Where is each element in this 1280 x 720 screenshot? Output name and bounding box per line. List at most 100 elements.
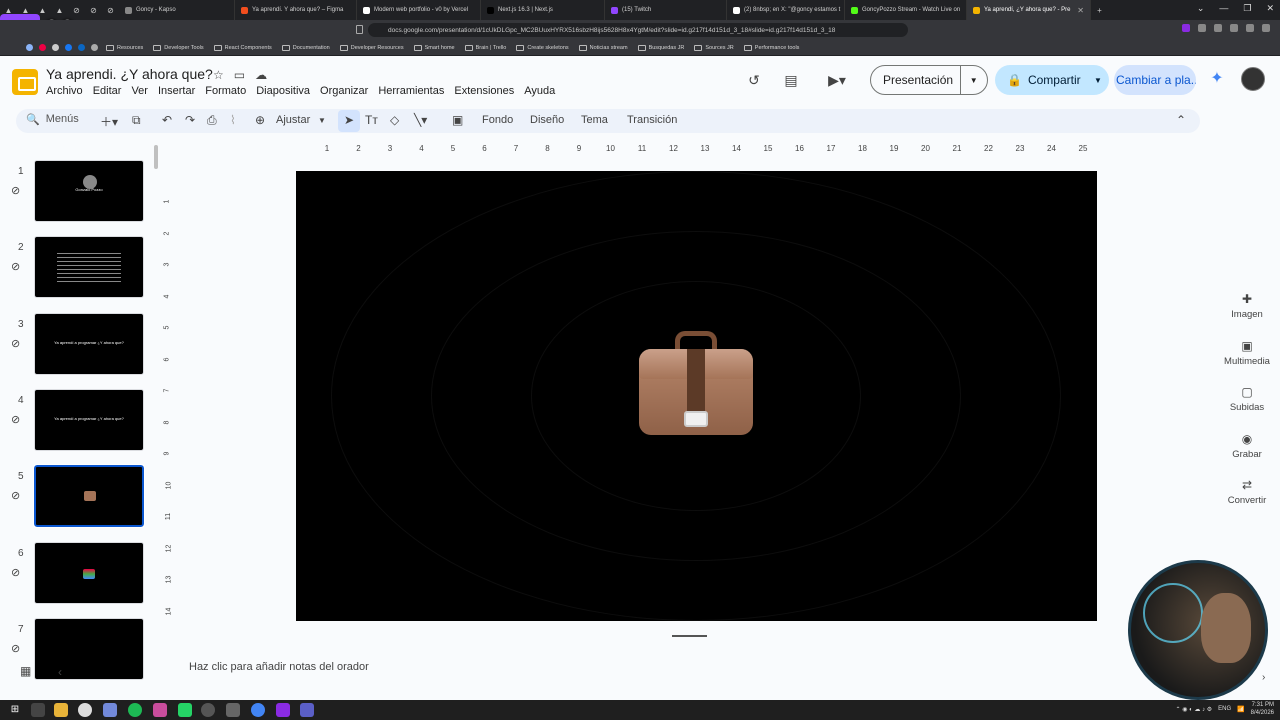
bookmark-icon[interactable] <box>78 44 85 51</box>
slides-logo-icon[interactable] <box>12 69 38 95</box>
linked-slide-icon[interactable]: ⊘ <box>11 489 20 502</box>
site-info-icon[interactable] <box>356 25 363 34</box>
side-panel-toggle-icon[interactable]: › <box>1262 672 1265 683</box>
whatsapp-icon[interactable] <box>178 703 192 717</box>
layout-button[interactable]: Diseño <box>530 114 564 126</box>
maximize-icon[interactable]: ❐ <box>1243 3 1251 14</box>
chrome-icon[interactable] <box>251 703 265 717</box>
linked-slide-icon[interactable]: ⊘ <box>11 184 20 197</box>
meet-icon[interactable]: ▶▾ <box>822 71 852 89</box>
app-icon[interactable] <box>276 703 290 717</box>
slide-thumbnail[interactable]: Ya aprendí a programar ¿Y ahora que? <box>34 389 144 451</box>
tray-icons[interactable]: ⌃ ◉ ◐ ☁ ♪ ⚙ <box>1176 706 1213 713</box>
zoom-select[interactable]: Ajustar <box>276 114 310 126</box>
bookmark-icon[interactable] <box>39 44 46 51</box>
browser-tab[interactable]: Modern web portfolio - v0 by Vercel <box>357 0 481 20</box>
linked-slide-icon[interactable]: ⊘ <box>11 566 20 579</box>
side-panel-grabar[interactable]: ◉ Grabar <box>1206 432 1280 460</box>
pinned-tab[interactable]: ▲ <box>0 0 17 20</box>
slide-thumbnail[interactable] <box>34 236 144 298</box>
print-icon[interactable]: ⎙ <box>207 113 217 128</box>
menu-item-insertar[interactable]: Insertar <box>158 84 195 98</box>
side-panel-imagen[interactable]: ✚ Imagen <box>1206 292 1280 320</box>
linked-slide-icon[interactable]: ⊘ <box>11 337 20 350</box>
menus-search[interactable]: 🔍 Menús <box>26 113 79 126</box>
pinned-tab[interactable]: ▲ <box>34 0 51 20</box>
bookmark-icon[interactable] <box>91 44 98 51</box>
menu-item-formato[interactable]: Formato <box>205 84 246 98</box>
background-button[interactable]: Fondo <box>482 114 513 126</box>
bookmark-folder[interactable]: Developer Tools <box>153 44 204 51</box>
browser-tab[interactable]: (2) 8nbsp; en X: "@goncy estamos t <box>727 0 845 20</box>
line-icon[interactable]: ╲▾ <box>414 113 427 127</box>
move-folder-icon[interactable]: ▭ <box>234 68 245 82</box>
collapse-toolbar-icon[interactable]: ⌃ <box>1176 113 1186 127</box>
bookmark-folder[interactable]: React Components <box>213 44 272 51</box>
slide-thumbnail[interactable] <box>34 618 144 680</box>
slide-thumbnail[interactable]: Gonzalo Pozzo <box>34 160 144 222</box>
slide-thumbnail[interactable] <box>33 464 145 528</box>
browser-tab[interactable]: Ya aprendí, ¿Y ahora que? - Pre ✕ <box>967 0 1091 20</box>
url-field[interactable]: docs.google.com/presentation/d/1cUkDLGpc… <box>368 23 908 37</box>
file-explorer-icon[interactable] <box>54 703 68 717</box>
extension-icon[interactable] <box>1182 24 1190 32</box>
bookmark-folder[interactable]: Sources JR <box>694 44 734 51</box>
app-icon[interactable] <box>153 703 167 717</box>
spotify-icon[interactable] <box>128 703 142 717</box>
close-tab-icon[interactable]: ✕ <box>1077 6 1084 15</box>
linked-slide-icon[interactable]: ⊘ <box>11 413 20 426</box>
insert-slide-icon[interactable]: ⧉ <box>132 113 141 128</box>
browser-tab[interactable]: Goncy - Kapso <box>119 0 235 20</box>
shape-icon[interactable]: ◇ <box>390 113 399 127</box>
bookmark-icon[interactable] <box>26 44 33 51</box>
start-icon[interactable]: ⊞ <box>8 703 22 717</box>
paint-format-icon[interactable]: ⌇ <box>230 113 236 127</box>
zoom-icon[interactable]: ⊕ <box>255 113 265 127</box>
history-icon[interactable]: ↺ <box>745 71 763 89</box>
filmstrip-scrollbar[interactable] <box>154 145 158 169</box>
browser-tab[interactable]: Next.js 16.3 | Next.js <box>481 0 605 20</box>
share-button[interactable]: 🔒 Compartir ▼ <box>995 65 1109 95</box>
extension-icon[interactable] <box>1246 24 1254 32</box>
bookmark-folder[interactable]: Smart home <box>413 44 455 51</box>
slide-canvas[interactable] <box>296 171 1097 621</box>
language-indicator[interactable]: ENG <box>1218 706 1231 712</box>
side-panel-convertir[interactable]: ⇄ Convertir <box>1206 478 1280 506</box>
side-panel-subidas[interactable]: ▢ Subidas <box>1206 385 1280 413</box>
close-window-icon[interactable]: ✕ <box>1266 3 1274 14</box>
bookmark-folder[interactable]: Performance tools <box>743 44 799 51</box>
chevron-down-icon[interactable]: ▼ <box>318 116 326 125</box>
clock[interactable]: 7:31 PM 8/4/2026 <box>1251 701 1274 717</box>
slide-thumbnail-row[interactable]: 2 ⊘ <box>0 236 160 308</box>
chevron-down-icon[interactable]: ▼ <box>959 66 987 94</box>
pinned-tab[interactable]: ⊘ <box>68 0 85 20</box>
bookmark-folder[interactable]: Developer Resources <box>339 44 404 51</box>
collapse-filmstrip-icon[interactable]: ‹ <box>58 665 62 679</box>
notes-resize-handle[interactable] <box>672 635 707 637</box>
slide-thumbnail-row[interactable]: 7 ⊘ <box>0 618 160 690</box>
extension-icon[interactable] <box>1198 24 1206 32</box>
present-button[interactable]: Presentación ▼ <box>870 65 988 95</box>
slide-thumbnail-row[interactable]: 6 ⊘ <box>0 542 160 614</box>
briefcase-image[interactable] <box>639 331 753 437</box>
transition-button[interactable]: Transición <box>627 114 677 126</box>
comment-add-icon[interactable]: ▣ <box>452 113 463 127</box>
grid-view-icon[interactable]: ▦ <box>20 664 31 678</box>
slide-thumbnail-row[interactable]: 1 ⊘ Gonzalo Pozzo <box>0 160 160 232</box>
slide-thumbnail-row[interactable]: 5 ⊘ <box>0 464 160 537</box>
extension-icon[interactable] <box>1230 24 1238 32</box>
slide-thumbnail[interactable]: Ya aprendí a programar ¿Y ahora que? <box>34 313 144 375</box>
browser-icon[interactable] <box>78 703 92 717</box>
text-box-icon[interactable]: Tт <box>365 113 378 127</box>
chevron-down-icon[interactable]: ▼ <box>1087 76 1109 85</box>
minimize-icon[interactable]: — <box>1219 3 1228 14</box>
linked-slide-icon[interactable]: ⊘ <box>11 260 20 273</box>
bookmark-icon[interactable] <box>52 44 59 51</box>
cloud-status-icon[interactable]: ☁ <box>255 68 267 82</box>
pinned-tab[interactable]: ⊘ <box>102 0 119 20</box>
tab-search-icon[interactable]: ⌄ <box>1197 3 1205 14</box>
menu-item-organizar[interactable]: Organizar <box>320 84 368 98</box>
bookmark-folder[interactable]: Resources <box>106 44 143 51</box>
extension-icon[interactable] <box>1262 24 1270 32</box>
pinned-tab[interactable]: ▲ <box>51 0 68 20</box>
